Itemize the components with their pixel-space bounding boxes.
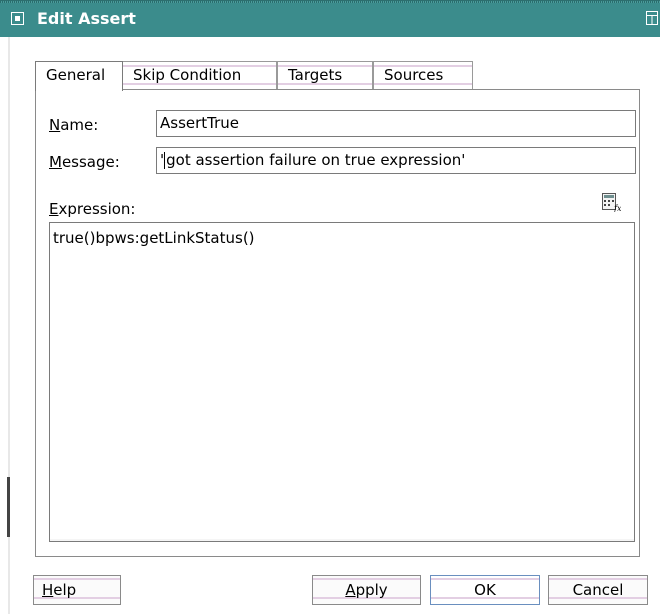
name-input-value: AssertTrue — [160, 114, 240, 132]
tab-general[interactable]: General — [35, 61, 123, 91]
apply-button-label: Apply — [345, 581, 387, 599]
message-label: Message: — [49, 153, 120, 171]
expression-label: Expression: — [49, 200, 135, 218]
tab-targets[interactable]: Targets — [277, 61, 373, 89]
apply-button[interactable]: Apply — [312, 575, 421, 605]
message-label-text: essage: — [61, 153, 120, 171]
help-button-label: Help — [42, 576, 112, 604]
tab-general-label: General — [46, 66, 106, 84]
tab-skip-condition[interactable]: Skip Condition — [122, 61, 277, 89]
button-decoration — [549, 578, 647, 580]
tab-sources[interactable]: Sources — [373, 61, 473, 89]
name-label-text: ame: — [60, 116, 99, 134]
title-bar-dotted-edge — [0, 1, 660, 3]
window-resize-handle[interactable] — [7, 477, 10, 537]
textarea-bottom-edge — [50, 539, 634, 541]
maximize-icon[interactable] — [646, 10, 658, 26]
ok-button[interactable]: OK — [430, 575, 540, 605]
help-label-text: elp — [53, 581, 77, 599]
tab-sources-label: Sources — [384, 66, 444, 84]
expression-builder-icon[interactable]: fx — [601, 192, 622, 213]
apply-label-text: pply — [355, 581, 388, 599]
help-button[interactable]: Help — [33, 575, 121, 605]
button-decoration — [431, 578, 539, 580]
name-input[interactable]: AssertTrue — [156, 110, 636, 137]
name-label-mnemonic: N — [49, 116, 61, 134]
svg-text:fx: fx — [613, 204, 621, 212]
message-label-mnemonic: M — [49, 153, 62, 171]
ok-button-label: OK — [474, 581, 496, 599]
help-mnemonic: H — [42, 581, 54, 599]
cancel-button[interactable]: Cancel — [548, 575, 648, 605]
button-decoration — [313, 578, 420, 580]
message-input-value: got assertion failure on true expression… — [166, 151, 466, 169]
message-input[interactable]: ' got assertion failure on true expressio… — [156, 147, 636, 174]
name-label: Name: — [49, 116, 98, 134]
text-caret — [164, 152, 166, 169]
apply-mnemonic: A — [345, 581, 356, 599]
tab-targets-label: Targets — [288, 66, 343, 84]
expression-textarea-value: true()bpws:getLinkStatus() — [53, 229, 255, 247]
window-title-bar[interactable]: Edit Assert — [0, 0, 660, 37]
window-menu-icon[interactable] — [11, 12, 24, 25]
tab-skip-condition-label: Skip Condition — [133, 66, 242, 84]
expression-label-text: xpression: — [58, 200, 136, 218]
window-left-border — [7, 37, 10, 614]
window-title: Edit Assert — [37, 9, 136, 28]
cancel-button-label: Cancel — [572, 581, 624, 599]
expression-textarea[interactable]: true()bpws:getLinkStatus() — [49, 222, 635, 542]
